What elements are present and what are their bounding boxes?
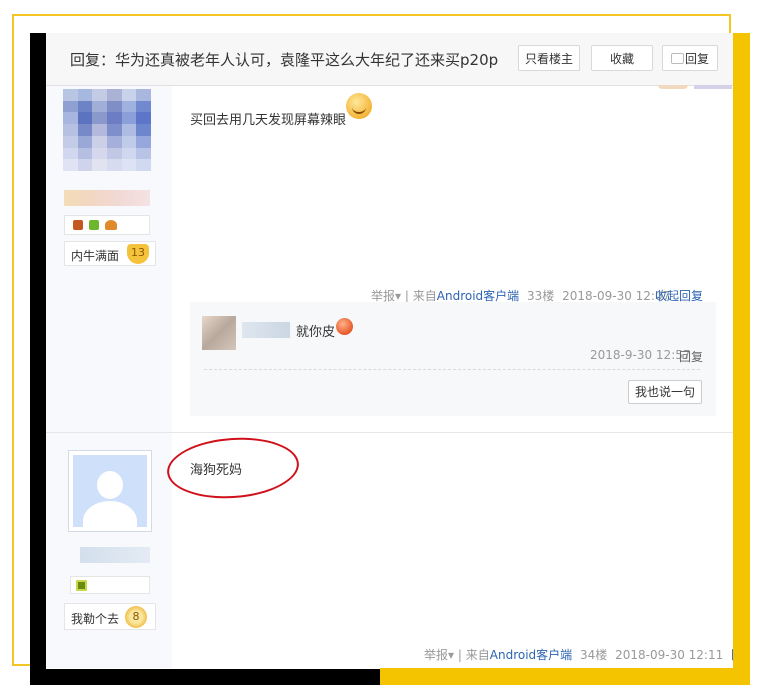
dropdown-arrow-icon[interactable]: ▾ bbox=[395, 289, 401, 303]
default-avatar-icon bbox=[73, 455, 147, 527]
badge-icons-row bbox=[64, 215, 150, 235]
thread-header: 回复：华为还真被老年人认可，袁隆平这么大年纪了还来买p20p 只看楼主 收藏 回… bbox=[46, 33, 733, 86]
subreply-text: 就你皮 bbox=[296, 325, 336, 340]
username-blurred[interactable] bbox=[64, 190, 150, 206]
cropped-decoration bbox=[658, 85, 688, 89]
subreply-time: 2018-9-30 12:57 bbox=[590, 348, 691, 362]
decorative-yellow-bar-bottom bbox=[380, 668, 750, 685]
post2-author-column: 我勒个去 8 bbox=[46, 433, 172, 668]
report-link[interactable]: 举报 bbox=[424, 648, 448, 662]
subreply-username-blurred[interactable] bbox=[242, 322, 290, 338]
level-title: 内牛满面 bbox=[71, 249, 120, 263]
badge-icons-row bbox=[70, 576, 150, 594]
member-icon bbox=[89, 220, 99, 230]
flame-icon bbox=[105, 220, 117, 230]
divider bbox=[204, 369, 700, 370]
source-prefix: 来自 bbox=[412, 289, 437, 303]
comment-icon bbox=[671, 53, 684, 64]
forum-screenshot: 回复：华为还真被老年人认可，袁隆平这么大年纪了还来买p20p 只看楼主 收藏 回… bbox=[46, 33, 733, 668]
reply-button-label: 回复 bbox=[684, 52, 709, 66]
decorative-black-bar-left bbox=[30, 33, 46, 685]
decorative-yellow-bar-right bbox=[733, 33, 750, 685]
thread-title: 回复：华为还真被老年人认可，袁隆平这么大年纪了还来买p20p bbox=[70, 51, 499, 69]
sub-reply-panel: 就你皮 2018-9-30 12:57 回复 我也说一句 bbox=[190, 302, 716, 416]
dropdown-arrow-icon[interactable]: ▾ bbox=[448, 648, 454, 662]
cropped-decoration bbox=[694, 85, 732, 89]
post1-author-column: 内牛满面 13 bbox=[46, 86, 172, 432]
red-circle-annotation bbox=[165, 433, 301, 503]
reply-link[interactable]: 回复 bbox=[731, 648, 733, 662]
collect-button[interactable]: 收藏 bbox=[591, 45, 653, 71]
subreply-avatar-pixelated[interactable] bbox=[202, 316, 236, 350]
medal-icon bbox=[73, 220, 83, 230]
post1-content: 买回去用几天发现屏幕辣眼 bbox=[190, 113, 347, 128]
avatar-pixelated[interactable] bbox=[63, 89, 151, 171]
default-avatar-frame[interactable] bbox=[68, 450, 152, 532]
medal-icon bbox=[76, 580, 87, 591]
reply-button[interactable]: 回复 bbox=[662, 45, 718, 71]
floor-number: 33楼 bbox=[527, 289, 555, 303]
separator: | bbox=[404, 289, 409, 303]
only-op-button[interactable]: 只看楼主 bbox=[518, 45, 580, 71]
level-shield-icon: 13 bbox=[127, 244, 149, 264]
source-prefix: 来自 bbox=[465, 648, 490, 662]
level-star-icon: 8 bbox=[125, 606, 147, 628]
username-blurred[interactable] bbox=[80, 547, 150, 563]
post-time: 2018-09-30 12:11 bbox=[615, 648, 724, 662]
floor-number: 34楼 bbox=[580, 648, 608, 662]
level-title: 我勒个去 bbox=[71, 612, 120, 626]
report-link[interactable]: 举报 bbox=[371, 289, 395, 303]
decorative-black-bar-bottom bbox=[30, 669, 380, 685]
separator: | bbox=[457, 648, 462, 662]
i-also-say-button[interactable]: 我也说一句 bbox=[628, 380, 702, 404]
emoji-icon bbox=[336, 318, 353, 335]
user-level: 内牛满面 13 bbox=[64, 241, 156, 266]
post2-meta: 举报▾ | 来自Android客户端 34楼 2018-09-30 12:11 … bbox=[424, 646, 733, 663]
source-client-link[interactable]: Android客户端 bbox=[490, 648, 572, 662]
user-level: 我勒个去 8 bbox=[64, 603, 156, 630]
source-client-link[interactable]: Android客户端 bbox=[437, 289, 519, 303]
subreply-reply-link[interactable]: 回复 bbox=[679, 348, 703, 365]
smile-emoji-icon bbox=[346, 93, 372, 119]
